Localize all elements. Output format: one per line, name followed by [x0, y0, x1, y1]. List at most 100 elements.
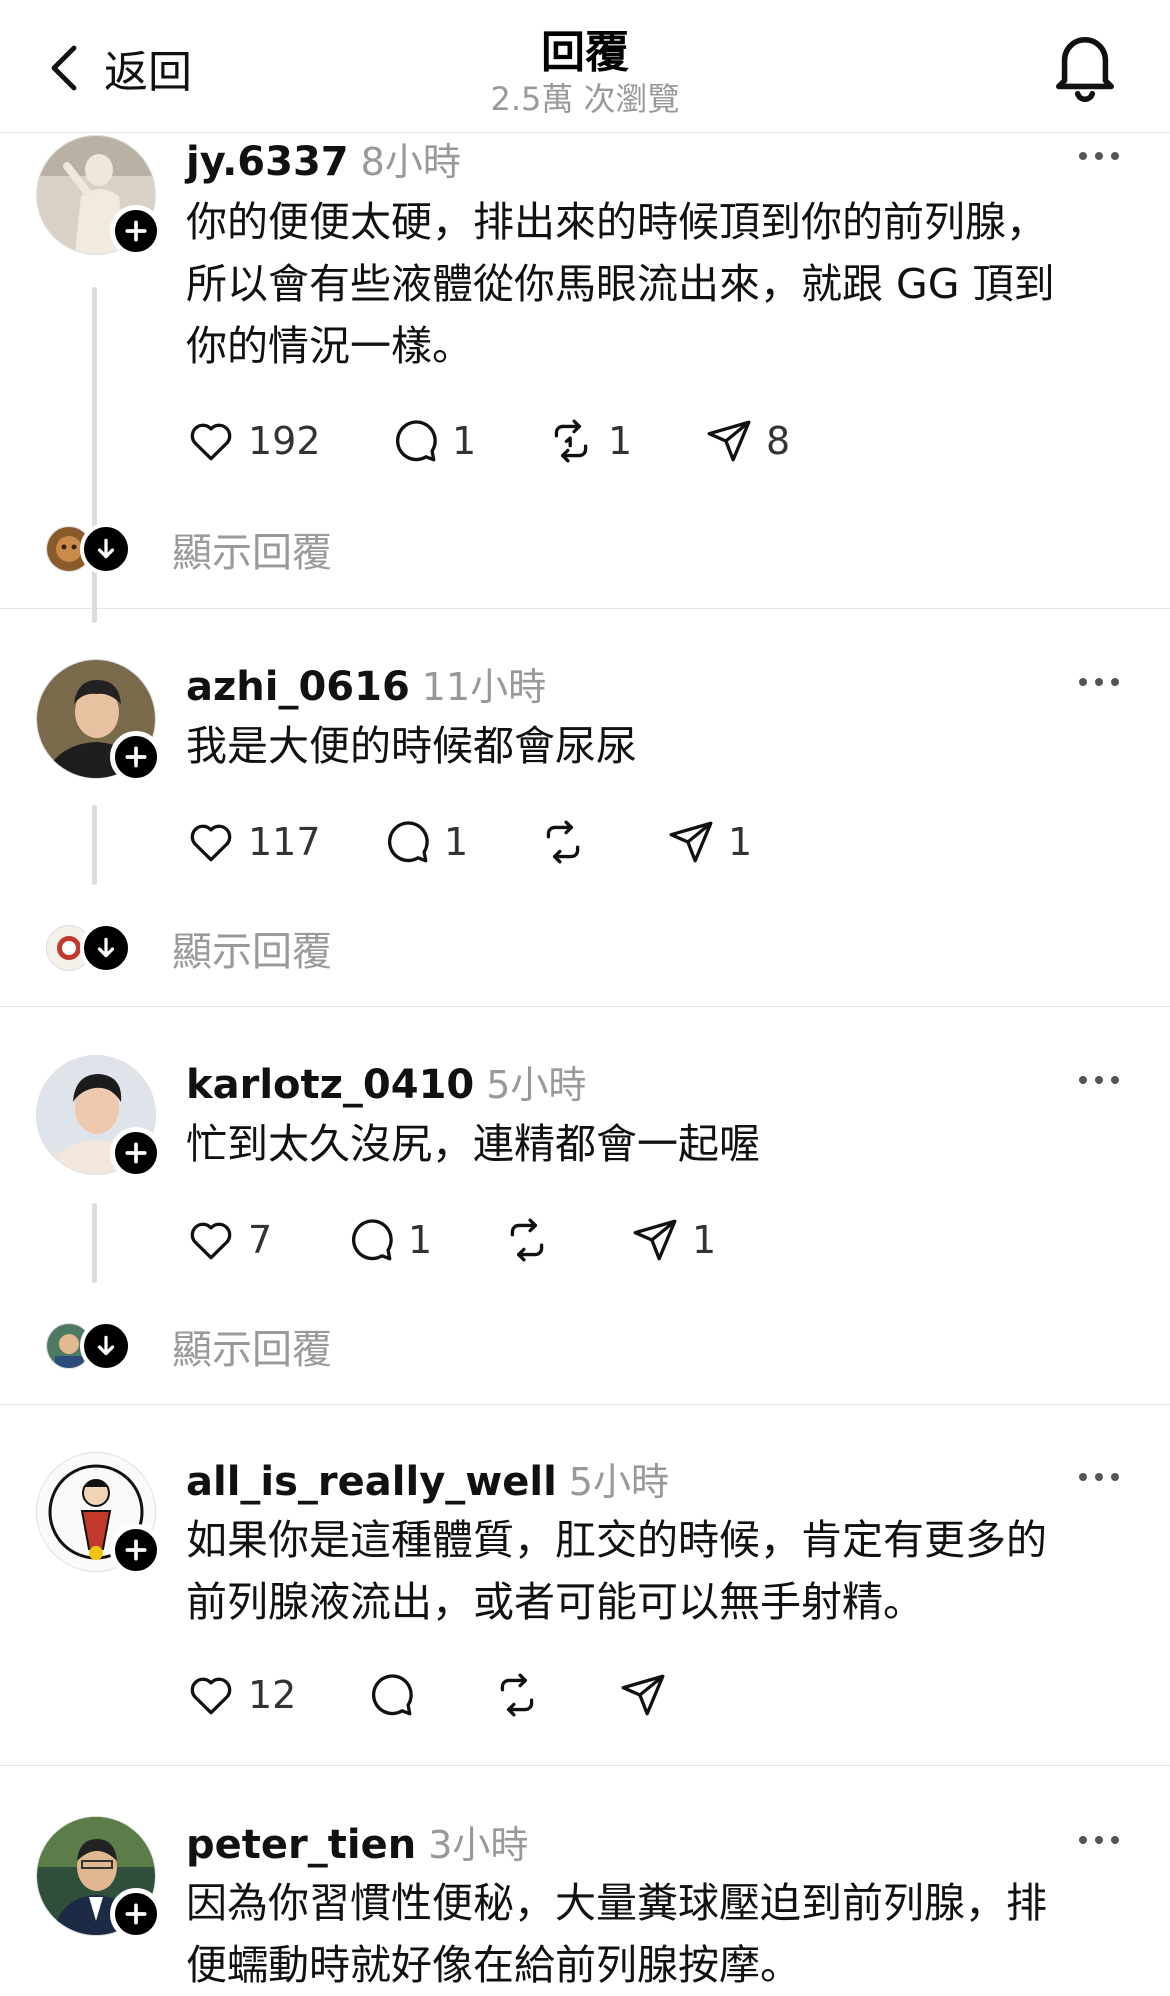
more-icon[interactable] [1076, 146, 1122, 166]
timestamp: 8小時 [360, 140, 461, 184]
reply-text: 因為你習慣性便秘，大量糞球壓迫到前列腺，排 便蠕動時就好像在給前列腺按摩。 [186, 1872, 1146, 1996]
share-icon [630, 1215, 680, 1265]
show-replies-button[interactable]: 顯示回覆 [46, 519, 332, 579]
repost-button[interactable]: 1 [546, 413, 632, 469]
top-bar: 返回 回覆 2.5萬 次瀏覽 [0, 0, 1170, 133]
plus-icon [123, 1901, 149, 1927]
text-line: 前列腺液流出，或者可能可以無手射精。 [186, 1578, 924, 1626]
follow-button[interactable] [110, 1888, 162, 1940]
text-line: 忙到太久沒尻，連精都會一起喔 [186, 1120, 760, 1168]
page-title: 回覆 [541, 27, 629, 78]
show-replies-button[interactable]: 顯示回覆 [46, 1316, 332, 1376]
repost-icon [538, 817, 588, 867]
like-button[interactable]: 117 [186, 814, 321, 870]
comment-button[interactable] [366, 1667, 416, 1723]
thread-line [92, 805, 97, 885]
comment-button[interactable]: 1 [382, 814, 468, 870]
reply-text: 忙到太久沒尻，連精都會一起喔 [186, 1113, 1146, 1175]
timestamp: 3小時 [428, 1823, 529, 1867]
follow-button[interactable] [110, 1127, 162, 1179]
share-icon [704, 416, 754, 466]
more-icon[interactable] [1076, 1070, 1122, 1090]
plus-icon [123, 1140, 149, 1166]
reply-text: 我是大便的時候都會尿尿 [186, 715, 1146, 777]
reply-text: 你的便便太硬，排出來的時候頂到你的前列腺， 所以會有些液體從你馬眼流出來，就跟 … [186, 191, 1146, 377]
username[interactable]: azhi_0616 [186, 664, 410, 710]
text-line: 我是大便的時候都會尿尿 [186, 722, 637, 770]
share-count: 1 [692, 1218, 717, 1262]
text-line: 你的便便太硬，排出來的時候頂到你的前列腺， [186, 198, 1047, 246]
like-count: 12 [248, 1673, 297, 1717]
heart-icon [186, 1215, 236, 1265]
share-count: 8 [766, 419, 791, 463]
username[interactable]: jy.6337 [186, 139, 349, 185]
follow-button[interactable] [110, 731, 162, 783]
like-count: 117 [248, 820, 321, 864]
username[interactable]: karlotz_0410 [186, 1062, 474, 1108]
comment-icon [390, 416, 440, 466]
share-count: 1 [728, 820, 753, 864]
arrow-down-icon [80, 523, 132, 575]
text-line: 如果你是這種體質，肛交的時候，肯定有更多的 [186, 1516, 1047, 1564]
text-line: 你的情況一樣。 [186, 322, 473, 370]
plus-icon [123, 218, 149, 244]
comment-icon [346, 1215, 396, 1265]
timestamp: 11小時 [421, 665, 547, 709]
like-button[interactable]: 12 [186, 1667, 296, 1723]
comment-icon [366, 1670, 416, 1720]
more-icon[interactable] [1076, 672, 1122, 692]
share-button[interactable]: 1 [630, 1212, 716, 1268]
username[interactable]: all_is_really_well [186, 1459, 557, 1505]
repost-button[interactable] [502, 1212, 552, 1268]
like-button[interactable]: 192 [186, 413, 321, 469]
heart-icon [186, 416, 236, 466]
comment-count: 1 [408, 1218, 433, 1262]
comment-count: 1 [444, 820, 469, 864]
heart-icon [186, 1670, 236, 1720]
repost-button[interactable] [538, 814, 588, 870]
comment-count: 1 [452, 419, 477, 463]
thread-line [92, 1203, 97, 1283]
repost-count: 1 [608, 419, 633, 463]
comment-button[interactable]: 1 [346, 1212, 432, 1268]
share-button[interactable] [618, 1667, 668, 1723]
plus-icon [123, 744, 149, 770]
repost-icon [502, 1215, 552, 1265]
share-icon [618, 1670, 668, 1720]
reply-thread: peter_tien 3小時 因為你習慣性便秘，大量糞球壓迫到前列腺，排 便蠕動… [0, 1766, 1170, 1994]
share-button[interactable]: 1 [666, 814, 752, 870]
show-replies-button[interactable]: 顯示回覆 [46, 918, 332, 978]
timestamp: 5小時 [486, 1063, 587, 1107]
follow-button[interactable] [110, 1524, 162, 1576]
more-icon[interactable] [1076, 1467, 1122, 1487]
reply-thread: all_is_really_well 5小時 如果你是這種體質，肛交的時候，肯定… [0, 1405, 1170, 1766]
reply-thread: jy.6337 8小時 你的便便太硬，排出來的時候頂到你的前列腺， 所以會有些液… [0, 133, 1170, 623]
text-line: 所以會有些液體從你馬眼流出來，就跟 GG 頂到 [186, 260, 1055, 308]
comment-button[interactable]: 1 [390, 413, 476, 469]
arrow-down-icon [80, 922, 132, 974]
plus-icon [123, 1537, 149, 1563]
reply-thread: karlotz_0410 5小時 忙到太久沒尻，連精都會一起喔 7 1 1 顯示… [0, 1007, 1170, 1405]
bell-icon[interactable] [1050, 28, 1120, 104]
text-line: 便蠕動時就好像在給前列腺按摩。 [186, 1941, 801, 1989]
timestamp: 5小時 [568, 1460, 669, 1504]
show-replies-label: 顯示回覆 [172, 530, 332, 576]
show-replies-label: 顯示回覆 [172, 929, 332, 975]
like-count: 192 [248, 419, 321, 463]
like-count: 7 [248, 1218, 273, 1262]
share-icon [666, 817, 716, 867]
like-button[interactable]: 7 [186, 1212, 272, 1268]
reply-thread: azhi_0616 11小時 我是大便的時候都會尿尿 117 1 1 顯示回覆 [0, 609, 1170, 1007]
repost-icon [492, 1670, 542, 1720]
share-button[interactable]: 8 [704, 413, 790, 469]
username[interactable]: peter_tien [186, 1822, 416, 1868]
reply-text: 如果你是這種體質，肛交的時候，肯定有更多的 前列腺液流出，或者可能可以無手射精。 [186, 1509, 1146, 1633]
arrow-down-icon [80, 1320, 132, 1372]
follow-button[interactable] [110, 205, 162, 257]
text-line: 因為你習慣性便秘，大量糞球壓迫到前列腺，排 [186, 1879, 1047, 1927]
repost-icon [546, 416, 596, 466]
more-icon[interactable] [1076, 1830, 1122, 1850]
comment-icon [382, 817, 432, 867]
show-replies-label: 顯示回覆 [172, 1327, 332, 1373]
repost-button[interactable] [492, 1667, 542, 1723]
